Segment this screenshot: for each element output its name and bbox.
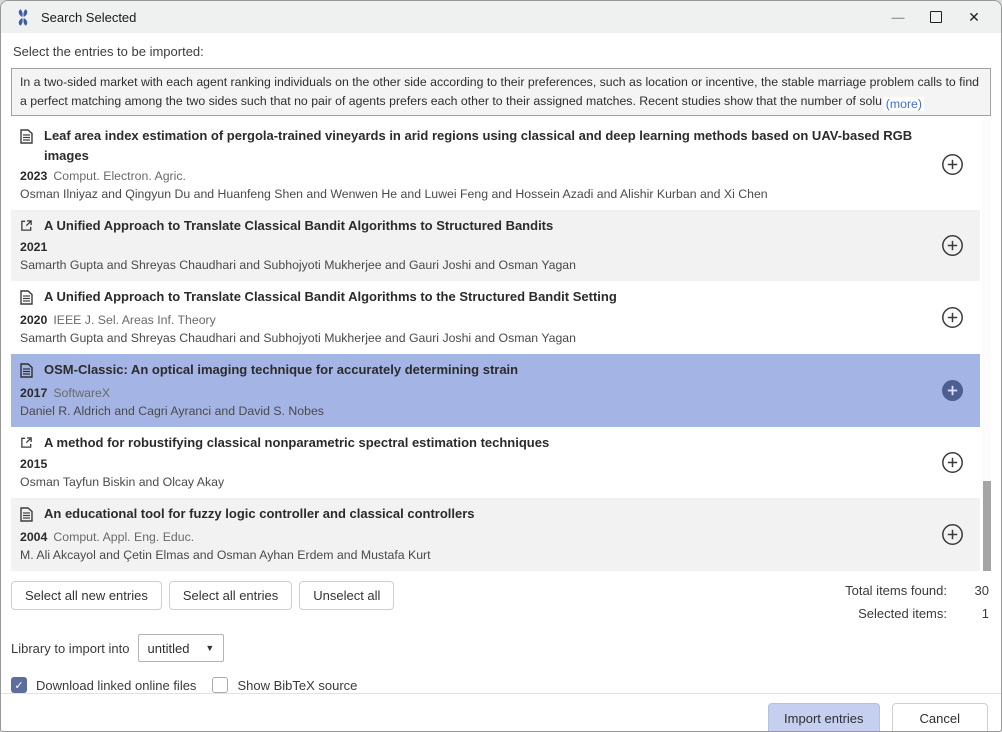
plus-circle-icon [941, 523, 964, 546]
plus-circle-icon [941, 153, 964, 176]
entry-row[interactable]: A method for robustifying classical nonp… [11, 427, 980, 498]
entry-authors: M. Ali Akcayol and Çetin Elmas and Osman… [20, 546, 929, 564]
file-icon [20, 126, 44, 166]
entry-authors: Samarth Gupta and Shreyas Chaudhari and … [20, 256, 929, 274]
entry-title: A Unified Approach to Translate Classica… [44, 216, 553, 237]
entry-row[interactable]: A Unified Approach to Translate Classica… [11, 281, 980, 354]
caret-down-icon: ▼ [205, 643, 214, 653]
window-title: Search Selected [41, 10, 136, 25]
file-icon [20, 360, 44, 383]
maximize-icon [930, 11, 942, 23]
total-items-value: 30 [975, 583, 989, 598]
entry-title: An educational tool for fuzzy logic cont… [44, 504, 475, 527]
minimize-button[interactable]: — [879, 3, 917, 31]
download-linked-files-checkbox[interactable]: ✓ [11, 677, 27, 693]
plus-circle-icon [941, 379, 964, 402]
abstract-preview: In a two-sided market with each agent ra… [11, 68, 991, 116]
entry-authors: Osman Tayfun Biskin and Olcay Akay [20, 473, 929, 491]
entry-title: A method for robustifying classical nonp… [44, 433, 549, 454]
entry-year: 2017 [20, 386, 47, 400]
library-select[interactable]: untitled ▼ [138, 634, 225, 662]
plus-circle-icon [941, 306, 964, 329]
add-entry-button[interactable] [941, 153, 964, 176]
close-icon: ✕ [968, 9, 980, 26]
show-bibtex-source-checkbox[interactable] [212, 677, 228, 693]
add-entry-button[interactable] [941, 306, 964, 329]
select-all-new-entries-button[interactable]: Select all new entries [11, 581, 162, 610]
total-items-label: Total items found: [845, 583, 947, 598]
plus-circle-icon [941, 234, 964, 257]
result-stats: Total items found: 30 Selected items: 1 [845, 581, 991, 621]
entry-year: 2020 [20, 313, 47, 327]
entry-journal: Comput. Electron. Agric. [53, 169, 186, 183]
add-entry-button[interactable] [941, 379, 964, 402]
close-button[interactable]: ✕ [955, 3, 993, 31]
entry-row[interactable]: An educational tool for fuzzy logic cont… [11, 498, 980, 571]
instruction-label: Select the entries to be imported: [1, 33, 1001, 68]
import-entries-button[interactable]: Import entries [768, 703, 879, 732]
search-selected-dialog: Search Selected — ✕ Select the entries t… [0, 0, 1002, 732]
entry-journal: SoftwareX [53, 386, 110, 400]
entry-authors: Samarth Gupta and Shreyas Chaudhari and … [20, 329, 929, 347]
entry-year: 2015 [20, 457, 47, 471]
entry-row-selected[interactable]: OSM-Classic: An optical imaging techniqu… [11, 354, 980, 427]
entry-list: Leaf area index estimation of pergola-tr… [11, 120, 991, 571]
external-link-icon [20, 433, 44, 454]
scrollbar-thumb[interactable] [983, 481, 991, 571]
entry-row[interactable]: Leaf area index estimation of pergola-tr… [11, 120, 980, 210]
unselect-all-button[interactable]: Unselect all [299, 581, 394, 610]
entry-year: 2023 [20, 169, 47, 183]
entry-title: Leaf area index estimation of pergola-tr… [44, 126, 929, 166]
plus-circle-icon [941, 451, 964, 474]
show-bibtex-source-label: Show BibTeX source [237, 678, 357, 693]
entry-year: 2021 [20, 240, 47, 254]
add-entry-button[interactable] [941, 451, 964, 474]
entry-authors: Daniel R. Aldrich and Cagri Ayranci and … [20, 402, 929, 420]
abstract-text: In a two-sided market with each agent ra… [20, 73, 982, 111]
select-all-entries-button[interactable]: Select all entries [169, 581, 292, 610]
entry-journal: Comput. Appl. Eng. Educ. [53, 530, 194, 544]
entry-authors: Osman Ilniyaz and Qingyun Du and Huanfen… [20, 185, 929, 203]
download-linked-files-label: Download linked online files [36, 678, 196, 693]
external-link-icon [20, 216, 44, 237]
cancel-button[interactable]: Cancel [892, 703, 988, 732]
add-entry-button[interactable] [941, 234, 964, 257]
file-icon [20, 287, 44, 310]
entry-year: 2004 [20, 530, 47, 544]
titlebar[interactable]: Search Selected — ✕ [1, 1, 1001, 33]
entry-title: OSM-Classic: An optical imaging techniqu… [44, 360, 518, 383]
selected-items-label: Selected items: [858, 606, 947, 621]
list-scrollbar[interactable] [982, 120, 991, 571]
more-link[interactable]: (more) [884, 97, 924, 111]
library-select-value: untitled [148, 641, 190, 656]
entry-row[interactable]: A Unified Approach to Translate Classica… [11, 210, 980, 281]
maximize-button[interactable] [917, 3, 955, 31]
jabref-logo-icon [13, 8, 33, 27]
entry-title: A Unified Approach to Translate Classica… [44, 287, 617, 310]
add-entry-button[interactable] [941, 523, 964, 546]
file-icon [20, 504, 44, 527]
entry-journal: IEEE J. Sel. Areas Inf. Theory [53, 313, 215, 327]
minimize-icon: — [892, 10, 905, 25]
check-icon: ✓ [14, 679, 23, 692]
selected-items-value: 1 [982, 606, 989, 621]
library-to-import-label: Library to import into [11, 641, 130, 656]
